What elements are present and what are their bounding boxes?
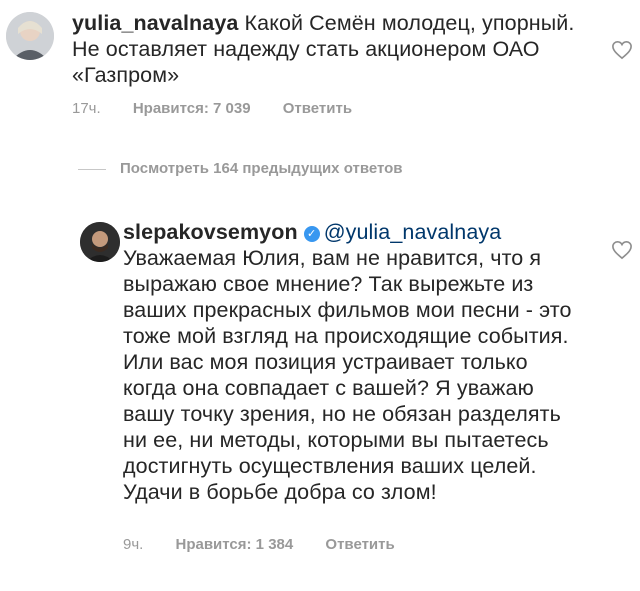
- comment-meta: 17ч. Нравится: 7 039 Ответить: [72, 100, 380, 117]
- verified-badge-icon: ✓: [303, 226, 320, 242]
- comment-text: yulia_navalnaya Какой Семён молодец, упо…: [72, 10, 592, 88]
- timestamp[interactable]: 9ч.: [123, 536, 143, 553]
- timestamp[interactable]: 17ч.: [72, 100, 101, 117]
- comment-meta: 9ч. Нравится: 1 384 Ответить: [123, 536, 423, 553]
- comment-body: Уважаемая Юлия, вам не нравится, что я в…: [123, 246, 572, 504]
- username[interactable]: yulia_navalnaya: [72, 11, 238, 35]
- likes-count[interactable]: Нравится: 1 384: [176, 536, 294, 553]
- reply-button[interactable]: Ответить: [283, 100, 352, 117]
- avatar[interactable]: [80, 222, 120, 262]
- heart-icon[interactable]: [611, 40, 633, 60]
- username[interactable]: slepakovsemyon: [123, 220, 298, 244]
- view-replies-label: Посмотреть 164 предыдущих ответов: [120, 160, 403, 177]
- divider-line: [78, 168, 106, 170]
- comment-text: slepakovsemyon ✓ @yulia_navalnaya Уважаема…: [123, 219, 583, 505]
- avatar[interactable]: [6, 12, 54, 60]
- heart-icon[interactable]: [611, 240, 633, 260]
- reply-button[interactable]: Ответить: [325, 536, 394, 553]
- likes-count[interactable]: Нравится: 7 039: [133, 100, 251, 117]
- view-replies-button[interactable]: Посмотреть 164 предыдущих ответов: [78, 160, 403, 177]
- mention-link[interactable]: @yulia_navalnaya: [324, 220, 502, 244]
